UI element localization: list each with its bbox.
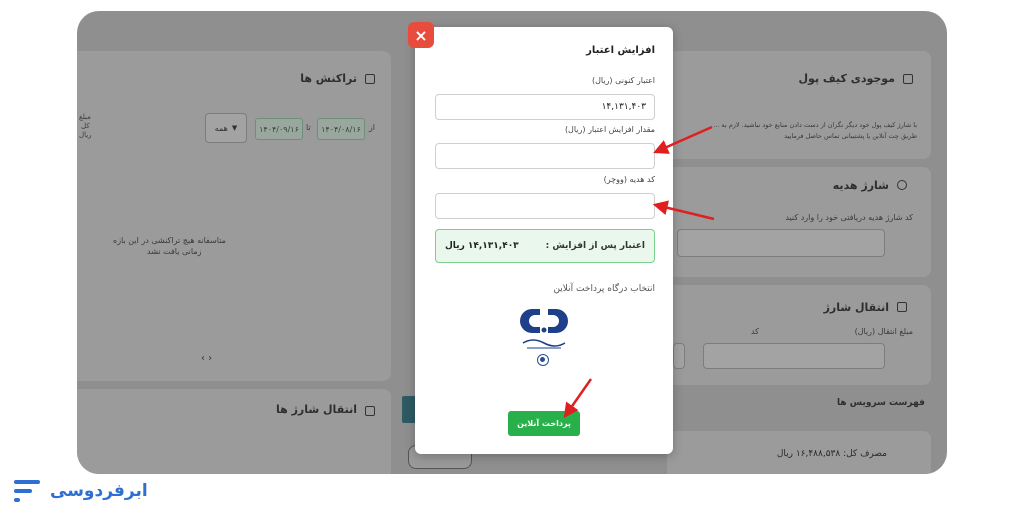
transfer-title: انتقال شارژ (823, 301, 889, 314)
brand-mark-icon (14, 480, 40, 502)
from-label: از (368, 123, 375, 132)
col-amount-1: مبلغ (79, 113, 91, 121)
wallet-balance-card: موجودی کیف پول با شارژ کیف پول خود دیگر … (667, 51, 931, 159)
charge-transfers-title: انتقال شارژ ها (275, 403, 357, 416)
close-icon: × (414, 25, 428, 45)
charge-transfers-card: انتقال شارژ ها (77, 389, 391, 474)
wallet-desc-1: با شارژ کیف پول خود دیگر نگران از دست دا… (713, 121, 917, 129)
services-title: فهرست سرویس ها (837, 398, 925, 408)
increase-amount-input[interactable] (435, 143, 655, 169)
gateway-title: انتخاب درگاه پرداخت آنلاین (553, 284, 655, 294)
chevron-down-icon: ▼ (231, 124, 238, 132)
wallet-desc-2: طریق چت آنلاین یا پشتیبانی تماس حاصل فرم… (784, 132, 917, 140)
empty-message-1: متاسفانه هیچ تراکنشی در این بازه (113, 236, 226, 245)
col-amount-3: ریال (79, 131, 92, 139)
filter-value: همه (214, 123, 228, 133)
gift-icon (897, 180, 907, 190)
wallet-title: موجودی کیف پول (798, 72, 895, 85)
gift-desc: کد شارژ هدیه دریافتی خود را وارد کنید (785, 213, 913, 222)
charge-transfers-icon (365, 406, 375, 416)
usage-total: مصرف کل: ۱۶,۴۸۸,۵۳۸ ریال (776, 449, 887, 459)
filter-select[interactable]: همه ▼ (205, 113, 247, 143)
transfer-amount-input-bg (703, 343, 885, 369)
gateway-radio[interactable] (537, 354, 549, 366)
voucher-label: کد هدیه (ووچر) (603, 175, 655, 184)
col-amount-2: کل (81, 122, 90, 130)
gift-code-input-bg (677, 229, 885, 257)
transactions-title: تراکنش ها (300, 72, 357, 85)
empty-message-2: زمانی یافت نشد (147, 247, 202, 256)
pay-online-button[interactable]: پرداخت آنلاین (508, 411, 580, 436)
transfer-icon (897, 302, 907, 312)
current-credit-input[interactable]: ۱۴,۱۳۱,۴۰۳ (435, 94, 655, 120)
to-date-chip[interactable]: ۱۴۰۴/۰۹/۱۶ (255, 118, 303, 140)
from-date-chip[interactable]: ۱۴۰۴/۰۸/۱۶ (317, 118, 365, 140)
increase-credit-modal: افزایش اعتبار اعتبار کنونی (ریال) ۱۴,۱۳۱… (415, 27, 673, 454)
transactions-card: تراکنش ها از ۱۴۰۴/۰۸/۱۶ تا ۱۴۰۴/۰۹/۱۶ هم… (77, 51, 391, 381)
transfer-code-input-bg (673, 343, 685, 369)
brand-logo: ابرفردوسی (12, 474, 148, 508)
credit-after-value: ۱۴,۱۳۱,۴۰۳ ریال (445, 241, 519, 251)
bank-refah-logo[interactable] (515, 305, 573, 353)
transfer-code-label: کد (750, 327, 759, 336)
pager-arrows[interactable]: ‹ › (201, 353, 212, 364)
current-credit-label: اعتبار کنونی (ریال) (591, 76, 655, 85)
brand-name: ابرفردوسی (50, 481, 148, 501)
charge-transfer-card: انتقال شارژ مبلغ انتقال (ریال) کد (667, 285, 931, 385)
voucher-input[interactable] (435, 193, 655, 219)
modal-title: افزایش اعتبار (586, 45, 655, 56)
transactions-icon (365, 74, 375, 84)
wallet-icon (903, 74, 913, 84)
credit-after-box: اعتبار پس از افزایش : ۱۴,۱۳۱,۴۰۳ ریال (435, 229, 655, 263)
credit-after-label: اعتبار پس از افزایش : (545, 241, 645, 251)
transfer-amount-label: مبلغ انتقال (ریال) (854, 327, 913, 336)
increase-amount-label: مقدار افزایش اعتبار (ریال) (564, 125, 655, 134)
teal-tab (402, 396, 416, 423)
gift-title: شارژ هدیه (832, 179, 889, 192)
close-modal-button[interactable]: × (408, 22, 434, 48)
to-label: تا (306, 123, 311, 132)
services-card: مصرف کل: ۱۶,۴۸۸,۵۳۸ ریال (667, 431, 931, 474)
gift-charge-card: شارژ هدیه کد شارژ هدیه دریافتی خود را وا… (667, 167, 931, 277)
